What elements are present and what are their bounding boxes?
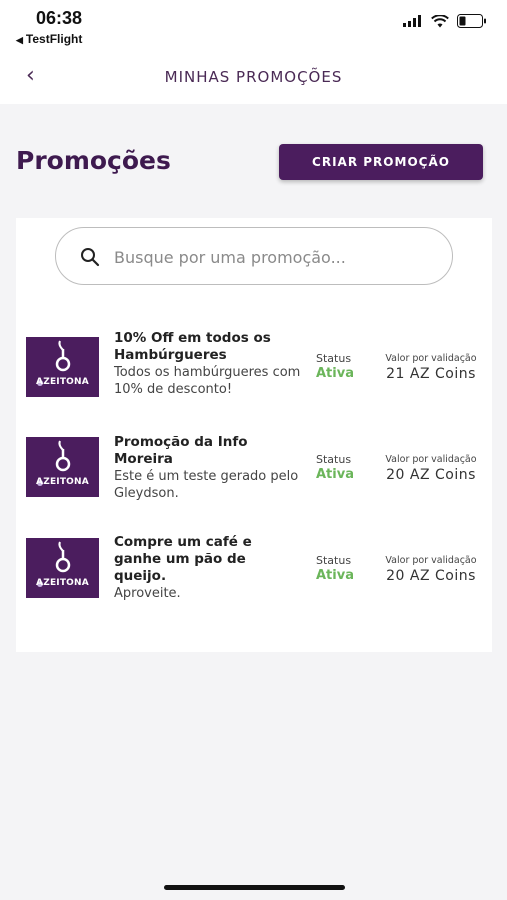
olive-icon xyxy=(37,440,71,486)
olive-icon xyxy=(37,541,71,587)
promotion-title: 10% Off em todos os Hambúrgueres xyxy=(114,330,271,363)
logo-text: AZEITONA xyxy=(36,578,89,588)
search-input[interactable] xyxy=(114,242,434,272)
status-label: Status xyxy=(316,352,352,365)
value-amount: 21 AZ Coins xyxy=(386,366,476,382)
promotion-item[interactable]: AZEITONA Promoção da Info Moreira Este é… xyxy=(16,434,492,524)
azeitona-logo: AZEITONA xyxy=(26,538,99,598)
status-badge: Ativa xyxy=(316,568,354,583)
value-amount: 20 AZ Coins xyxy=(386,568,476,584)
create-promotion-button[interactable]: CRIAR PROMOÇÃO xyxy=(279,144,483,180)
azeitona-logo: AZEITONA xyxy=(26,337,99,397)
status-time: 06:38 xyxy=(36,8,83,28)
value-label: Valor por validação xyxy=(385,454,477,465)
navigation-bar: ‹ MINHAS PROMOÇÕES xyxy=(0,50,507,104)
promotion-title: Promoção da Info Moreira xyxy=(114,434,248,467)
value-label: Valor por validação xyxy=(385,555,477,566)
promotion-title: Compre um café e ganhe um pão de queijo. xyxy=(114,534,252,584)
search-bar[interactable] xyxy=(55,227,453,285)
azeitona-logo: AZEITONA xyxy=(26,437,99,497)
value-amount: 20 AZ Coins xyxy=(386,467,476,483)
nav-title: MINHAS PROMOÇÕES xyxy=(164,68,343,86)
battery-icon xyxy=(457,14,486,28)
wifi-icon xyxy=(431,14,449,27)
promotion-description: Este é um teste gerado pelo Gleydson. xyxy=(114,469,299,501)
promotions-card: AZEITONA 10% Off em todos os Hambúrguere… xyxy=(16,218,492,652)
status-label: Status xyxy=(316,554,352,567)
page-title: Promoções xyxy=(16,146,171,175)
status-badge: Ativa xyxy=(316,366,354,381)
system-icons xyxy=(403,14,487,28)
search-icon xyxy=(81,248,100,267)
promotion-description: Todos os hambúrgueres com 10% de descont… xyxy=(114,365,301,397)
promotion-item[interactable]: AZEITONA 10% Off em todos os Hambúrguere… xyxy=(16,330,492,420)
status-bar: 06:38 ◀ TestFlight xyxy=(0,0,507,50)
back-app-label: TestFlight xyxy=(25,32,83,46)
status-label: Status xyxy=(316,453,352,466)
value-label: Valor por validação xyxy=(385,353,477,364)
back-to-app-link[interactable]: ◀ TestFlight xyxy=(16,32,82,46)
status-badge: Ativa xyxy=(316,467,354,482)
logo-text: AZEITONA xyxy=(36,477,89,487)
promotion-item[interactable]: AZEITONA Compre um café e ganhe um pão d… xyxy=(16,534,492,624)
back-triangle-icon: ◀ xyxy=(16,35,23,45)
promotion-description: Aproveite. xyxy=(114,586,181,601)
home-indicator[interactable] xyxy=(164,885,345,890)
cellular-signal-icon xyxy=(403,15,421,27)
olive-icon xyxy=(37,340,71,386)
logo-text: AZEITONA xyxy=(36,377,89,387)
